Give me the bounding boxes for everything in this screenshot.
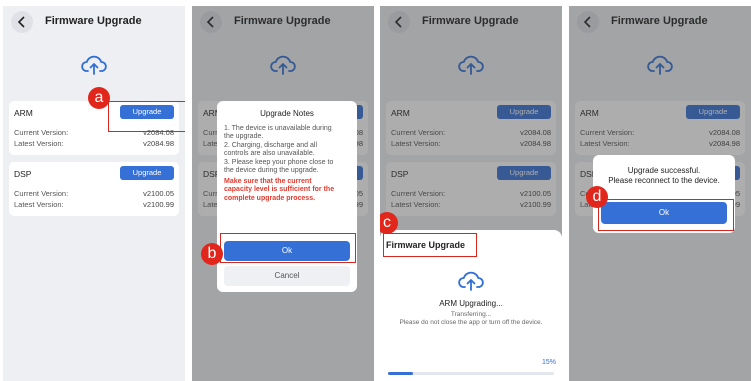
success-message: Upgrade successful. Please reconnect to … — [593, 166, 735, 185]
highlight-box — [108, 101, 185, 132]
note-line: the device during the upgrade. — [224, 167, 319, 175]
upgrade-hint: Please do not close the app or turn off … — [399, 319, 543, 326]
warning-line: Make sure that the current — [224, 178, 312, 185]
latest-version-value: v2084.98 — [143, 139, 174, 148]
back-button[interactable] — [11, 11, 33, 33]
upgrade-notes-dialog: Upgrade Notes 1. The device is unavailab… — [217, 101, 357, 292]
success-line: Please reconnect to the device. — [608, 175, 720, 185]
dsp-label: DSP — [14, 169, 32, 179]
upgrade-substatus: Transferring... — [450, 311, 492, 318]
latest-version-label: Latest Version: — [14, 200, 64, 209]
screen-upgrade-notes: Firmware Upgrade ARM Upgrade Current Ver… — [192, 6, 374, 381]
screen-upgrading: Firmware Upgrade ARM Upgrade Current Ver… — [380, 6, 562, 381]
progress-bar — [388, 372, 554, 375]
step-marker-b: b — [201, 243, 223, 265]
nav-bar: Firmware Upgrade — [3, 6, 185, 38]
progress-fill — [388, 372, 413, 375]
highlight-box — [383, 233, 477, 257]
dsp-card: DSP Upgrade Current Version: v2100.05 La… — [9, 162, 179, 216]
step-marker-d: d — [586, 186, 608, 208]
current-version-value: v2100.05 — [143, 189, 174, 198]
upgrade-status: ARM Upgrading... — [439, 299, 503, 308]
note-line: 2. Charging, discharge and all — [224, 141, 318, 149]
warning-text: Make sure that the current capacity leve… — [224, 178, 352, 203]
current-version-label: Current Version: — [14, 189, 69, 198]
dialog-title: Upgrade Notes — [260, 109, 314, 118]
note-line: 3. Please keep your phone close to — [224, 158, 334, 166]
cloud-upload-icon — [81, 55, 107, 75]
dsp-upgrade-button[interactable]: Upgrade — [120, 166, 174, 180]
screen-upgrade-success: Firmware Upgrade ARM Upgrade Current Ver… — [569, 6, 751, 381]
cloud-upload-icon — [458, 271, 484, 291]
page-title: Firmware Upgrade — [45, 15, 142, 27]
success-line: Upgrade successful. — [627, 166, 701, 175]
cancel-button[interactable]: Cancel — [224, 266, 350, 286]
latest-version-value: v2100.99 — [143, 200, 174, 209]
screen-firmware-upgrade: Firmware Upgrade ARM Upgrade Current Ver… — [3, 6, 185, 381]
latest-version-label: Latest Version: — [14, 139, 64, 148]
note-line: controls are also unavailable. — [224, 150, 315, 158]
note-line: the upgrade. — [224, 133, 264, 141]
progress-percent: 15% — [541, 359, 556, 366]
step-marker-a: a — [88, 87, 110, 109]
note-line: 1. The device is unavailable during — [224, 125, 332, 132]
warning-line: complete upgrade process. — [224, 194, 316, 202]
warning-line: capacity level is sufficient for the — [224, 186, 335, 194]
highlight-box — [598, 199, 734, 231]
arm-label: ARM — [14, 108, 33, 118]
dialog-body: 1. The device is unavailable during the … — [224, 125, 352, 175]
chevron-left-icon — [17, 16, 25, 28]
current-version-label: Current Version: — [14, 128, 69, 137]
highlight-box — [220, 233, 356, 263]
